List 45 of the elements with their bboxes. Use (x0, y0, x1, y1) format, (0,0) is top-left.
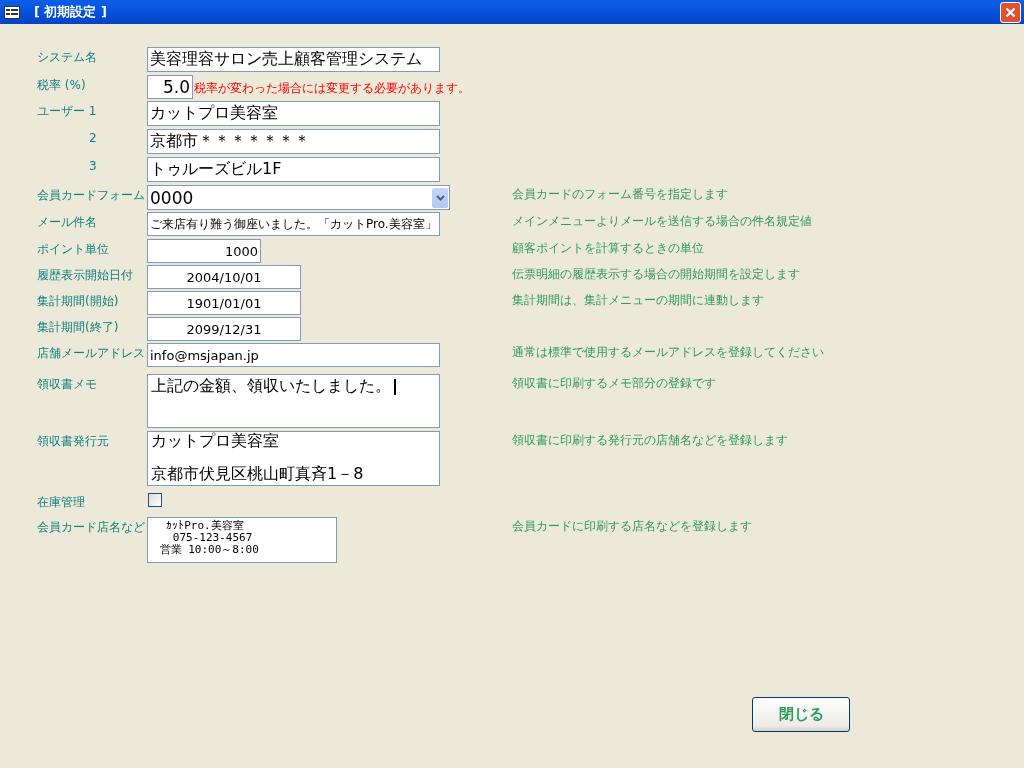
field-label: 3 (88, 158, 97, 175)
close-icon[interactable] (1000, 1, 1021, 23)
field-label: メール件名 (37, 214, 97, 231)
text-area[interactable]: 上記の金額、領収いたしました。 (147, 374, 440, 428)
field-label: ポイント単位 (37, 241, 109, 258)
field-label: 会員カードフォーム (37, 187, 145, 204)
input-field[interactable]: ご来店有り難う御座いました。「カットPro.美容室」 (147, 212, 440, 236)
input-field[interactable]: 1000 (147, 239, 261, 263)
input-field[interactable]: 5.0 (147, 75, 193, 99)
field-label: 履歴表示開始日付 (37, 267, 133, 284)
input-field[interactable]: info@msjapan.jp (147, 343, 440, 367)
field-label: 店舗メールアドレス (37, 345, 145, 362)
field-hint: 領収書に印刷する発行元の店舗名などを登録します (511, 432, 789, 449)
field-hint: 伝票明細の履歴表示する場合の開始期間を設定します (511, 266, 801, 283)
field-label: システム名 (37, 49, 97, 66)
text-area[interactable]: ｶｯﾄPro.美容室 075-123-4567 営業 10:00～8:00 (147, 517, 337, 563)
text-area[interactable]: カットプロ美容室 京都市伏見区桃山町真斉1－8 (147, 431, 440, 486)
input-field[interactable]: 2004/10/01 (147, 265, 301, 289)
field-label: 在庫管理 (37, 494, 85, 511)
field-hint: メインメニューよりメールを送信する場合の件名規定値 (511, 213, 813, 230)
field-label: 集計期間(終了) (37, 319, 119, 336)
field-label: 集計期間(開始) (37, 293, 119, 310)
field-label: 税率 (%) (37, 77, 86, 94)
field-hint: 会員カードに印刷する店名などを登録します (511, 518, 753, 535)
input-field[interactable]: カットプロ美容室 (147, 101, 440, 126)
field-hint: 領収書に印刷するメモ部分の登録です (511, 375, 717, 392)
warning-note: 税率が変わった場合には変更する必要があります。 (194, 80, 470, 96)
field-hint: 顧客ポイントを計算するときの単位 (511, 240, 705, 257)
checkbox[interactable] (148, 493, 162, 507)
field-label: 領収書メモ (37, 376, 97, 393)
field-label: 会員カード店名など (37, 519, 145, 536)
input-field[interactable]: 2099/12/31 (147, 317, 301, 341)
input-field[interactable]: トゥルーズビル1F (147, 157, 440, 182)
dropdown[interactable]: 0000 (147, 185, 450, 210)
form-icon (4, 5, 20, 19)
input-field[interactable]: 京都市＊＊＊＊＊＊＊ (147, 129, 440, 154)
window-title: [ 初期設定 ] (34, 3, 108, 21)
field-hint: 会員カードのフォーム番号を指定します (511, 186, 729, 203)
field-hint: 集計期間は、集計メニューの期間に連動します (511, 292, 765, 309)
field-label: 2 (88, 130, 97, 147)
field-label: ユーザー 1 (37, 103, 97, 120)
field-label: 領収書発行元 (37, 433, 109, 450)
field-hint: 通常は標準で使用するメールアドレスを登録してください (511, 344, 825, 361)
input-field[interactable]: 1901/01/01 (147, 291, 301, 315)
input-field[interactable]: 美容理容サロン売上顧客管理システム (147, 47, 440, 72)
